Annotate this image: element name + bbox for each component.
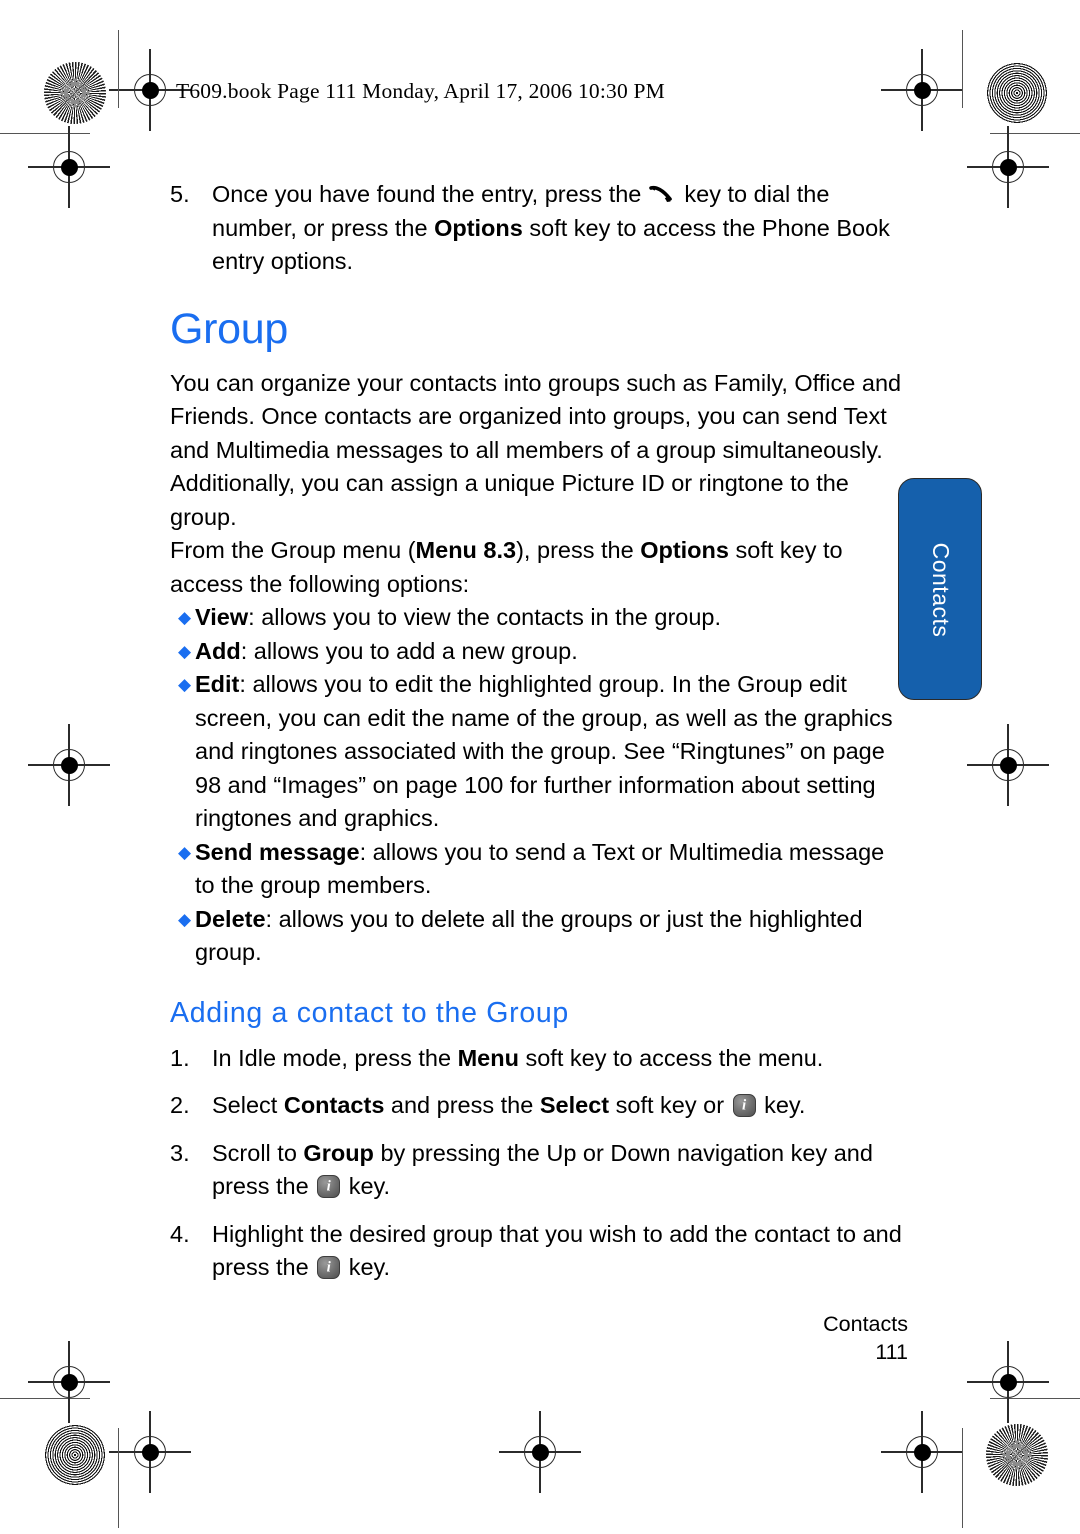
crosshair-top-right <box>881 49 963 131</box>
numbered-step: 4. Highlight the desired group that you w… <box>170 1218 910 1285</box>
page-content: 5. Once you have found the entry, press t… <box>170 178 910 1285</box>
options-bullet-list: ◆ View: allows you to view the contacts i… <box>170 601 910 970</box>
side-tab-contacts: Contacts <box>898 478 982 700</box>
diamond-bullet-icon: ◆ <box>178 641 192 661</box>
side-tab-label: Contacts <box>928 542 955 638</box>
crosshair-top-left <box>109 49 191 131</box>
rosette-moire-bottom-left <box>44 1424 106 1486</box>
rosette-moire-top-right <box>986 62 1048 124</box>
diamond-bullet-icon: ◆ <box>178 842 192 862</box>
numbered-step: 1. In Idle mode, press the Menu soft key … <box>170 1042 910 1076</box>
step-text: Scroll to Group by pressing the Up or Do… <box>212 1137 910 1204</box>
crosshair-right-upper <box>967 126 1049 208</box>
step-number: 5. <box>170 181 190 207</box>
option-bullet-text: Delete: allows you to delete all the gro… <box>195 905 863 966</box>
send-key-icon <box>649 180 675 202</box>
step-text: Select Contacts and press the Select sof… <box>212 1089 910 1123</box>
inline-bold-term: Contacts <box>283 1092 385 1118</box>
option-bullet-label: Delete <box>195 905 266 932</box>
rosette-star-top-left <box>44 62 106 124</box>
inline-bold-term: Options <box>434 214 523 241</box>
numbered-step: 5. Once you have found the entry, press t… <box>170 178 910 279</box>
option-bullet-text: Add: allows you to add a new group. <box>195 637 578 664</box>
diamond-bullet-icon: ◆ <box>178 909 192 929</box>
inline-bold-term: Group <box>303 1139 374 1166</box>
trim-rule-top-right <box>990 133 1080 135</box>
step-number: 3. <box>170 1139 190 1166</box>
rosette-star-bottom-right <box>986 1424 1048 1486</box>
trim-vrule-bottom-left <box>118 1428 120 1528</box>
option-bullet-text: View: allows you to view the contacts in… <box>195 604 722 630</box>
crosshair-bottom-left <box>109 1411 191 1493</box>
step-number: 4. <box>170 1220 190 1247</box>
footer-section-name: Contacts <box>823 1312 908 1336</box>
inline-bold-term: Menu 8.3 <box>415 537 517 563</box>
section-heading-group: Group <box>170 304 289 353</box>
option-bullet-label: Add <box>195 637 241 664</box>
crosshair-left-middle <box>28 724 110 806</box>
inline-bold-term: Menu <box>457 1044 519 1071</box>
diamond-bullet-icon: ◆ <box>178 608 192 627</box>
step-number: 1. <box>170 1044 190 1071</box>
step-number: 2. <box>170 1092 190 1118</box>
i-key-icon <box>732 1094 756 1117</box>
option-bullet-item: ◆ Delete: allows you to delete all the gr… <box>178 903 910 970</box>
trim-rule-top-left-dashed <box>0 133 90 134</box>
section-paragraph-2: From the Group menu (Menu 8.3), press th… <box>170 537 843 597</box>
page-header-line: T609.book Page 111 Monday, April 17, 200… <box>176 79 665 103</box>
trim-vrule-top-left <box>118 30 120 108</box>
step-text: Highlight the desired group that you wis… <box>212 1218 910 1285</box>
crosshair-bottom-center <box>499 1411 581 1493</box>
trim-rule-bottom-right <box>990 1398 1080 1400</box>
crosshair-right-lower <box>967 1341 1049 1423</box>
option-bullet-item: ◆ Edit: allows you to edit the highlighte… <box>178 668 910 836</box>
crosshair-left-upper <box>28 126 110 208</box>
steps-top-list: 5. Once you have found the entry, press t… <box>170 178 910 279</box>
inline-bold-term: Select <box>539 1092 610 1118</box>
option-bullet-label: Send message <box>195 838 360 865</box>
step-text: Once you have found the entry, press the… <box>212 180 890 274</box>
trim-rule-top-left <box>0 133 90 135</box>
crosshair-left-lower <box>28 1341 110 1423</box>
i-key-icon <box>317 1175 341 1198</box>
diamond-bullet-icon: ◆ <box>178 675 192 694</box>
option-bullet-text: Send message: allows you to send a Text … <box>195 838 885 899</box>
inline-bold-term: Options <box>640 537 729 563</box>
trim-rule-bottom-left <box>0 1398 90 1400</box>
page-footer: Contacts 111 <box>823 1310 908 1366</box>
option-bullet-label: Edit <box>195 671 240 697</box>
trim-vrule-bottom-right <box>962 1428 964 1528</box>
option-bullet-label: View <box>195 604 249 630</box>
crosshair-right-middle <box>967 724 1049 806</box>
option-bullet-text: Edit: allows you to edit the highlighted… <box>195 671 893 831</box>
option-bullet-item: ◆ Add: allows you to add a new group. <box>178 635 910 669</box>
step-text: In Idle mode, press the Menu soft key to… <box>212 1044 824 1071</box>
option-bullet-item: ◆ View: allows you to view the contacts i… <box>178 601 910 635</box>
subsection-heading-adding-contact: Adding a contact to the Group <box>170 996 569 1029</box>
trim-vrule-top-right <box>962 30 964 108</box>
numbered-step: 2. Select Contacts and press the Select s… <box>170 1089 910 1123</box>
i-key-icon <box>317 1256 341 1279</box>
steps-bottom-list: 1. In Idle mode, press the Menu soft key … <box>170 1042 910 1285</box>
footer-page-number: 111 <box>875 1340 908 1364</box>
section-paragraph-1: You can organize your contacts into grou… <box>170 369 902 530</box>
crosshair-bottom-right <box>881 1411 963 1493</box>
trim-rule-top-right-dashed <box>990 133 1080 134</box>
numbered-step: 3. Scroll to Group by pressing the Up or … <box>170 1137 910 1204</box>
option-bullet-item: ◆ Send message: allows you to send a Text… <box>178 836 910 903</box>
